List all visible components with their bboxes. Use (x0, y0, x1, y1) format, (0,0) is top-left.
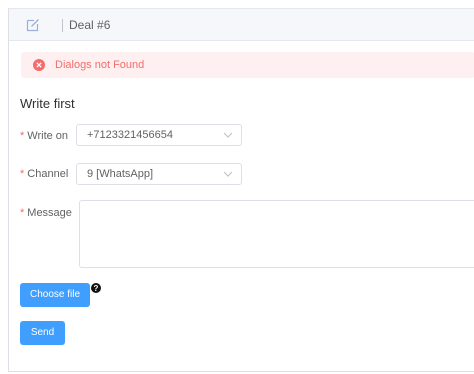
edit-icon[interactable] (25, 17, 41, 33)
choose-file-button[interactable]: Choose file (20, 283, 90, 307)
write-on-label: * Write on (20, 130, 68, 142)
write-on-label-text: Write on (27, 130, 69, 142)
message-label: * Message (20, 207, 72, 219)
write-on-select[interactable]: +7123321456654 (76, 124, 242, 146)
error-circle-icon (33, 59, 45, 71)
channel-select[interactable]: 9 [WhatsApp] (76, 163, 242, 185)
deal-panel: Deal #6 Dialogs not Found Write first * W… (8, 8, 474, 372)
chevron-down-icon (223, 171, 233, 177)
write-on-value: +7123321456654 (87, 129, 173, 141)
channel-label-text: Channel (27, 168, 69, 180)
error-alert: Dialogs not Found (21, 52, 474, 78)
panel-header: Deal #6 (9, 9, 474, 41)
chevron-down-icon (223, 132, 233, 138)
send-button[interactable]: Send (20, 321, 65, 345)
required-mark: * (20, 168, 25, 180)
deal-title: Deal #6 (69, 18, 111, 32)
channel-value: 9 [WhatsApp] (87, 168, 154, 180)
message-textarea[interactable] (79, 200, 474, 268)
alert-message: Dialogs not Found (55, 59, 145, 71)
channel-label: * Channel (20, 168, 68, 180)
required-mark: * (20, 207, 25, 219)
section-title: Write first (20, 96, 75, 111)
message-label-text: Message (27, 207, 72, 219)
svg-text:?: ? (94, 284, 99, 293)
required-mark: * (20, 130, 25, 142)
header-divider (62, 19, 63, 32)
help-icon[interactable]: ? (91, 283, 101, 293)
